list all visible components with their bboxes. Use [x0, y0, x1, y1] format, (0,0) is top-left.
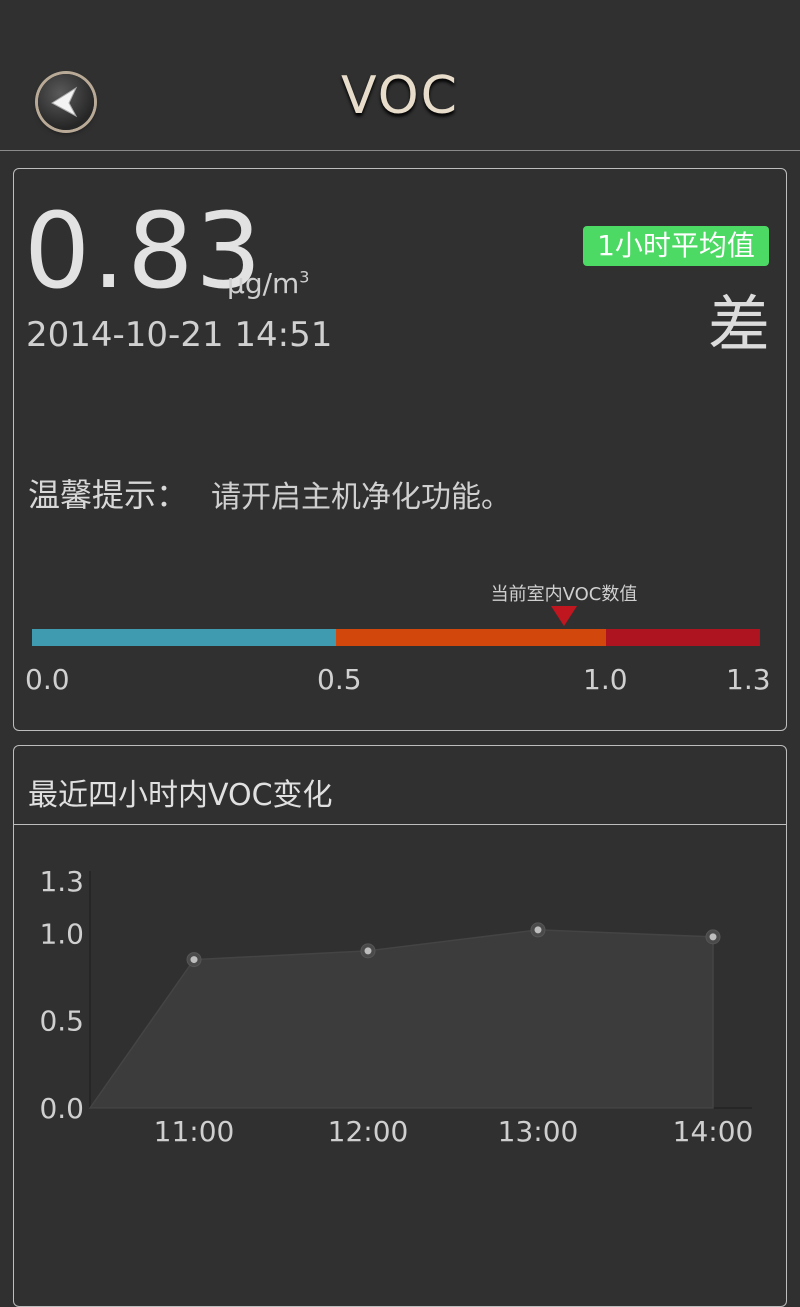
- x-tick-label: 13:00: [498, 1115, 579, 1148]
- y-tick-label: 1.3: [39, 865, 84, 898]
- page-title: VOC: [341, 66, 459, 126]
- current-reading-card: 0.83 μg/m3 2014-10-21 14:51 1小时平均值 差 温馨提…: [13, 168, 787, 731]
- chart-section-title: 最近四小时内VOC变化: [28, 778, 333, 813]
- current-indicator-label: 当前室内VOC数值: [490, 584, 638, 605]
- voc-unit: μg/m3: [227, 267, 309, 300]
- x-tick-label: 14:00: [673, 1115, 754, 1148]
- scale-tick: 1.3: [726, 663, 771, 696]
- scale-tick: 1.0: [583, 663, 628, 696]
- y-tick-label: 0.5: [39, 1005, 84, 1038]
- header-bar: VOC: [0, 0, 800, 151]
- scale-segment-good: [32, 629, 336, 646]
- scale-segment-poor: [606, 629, 760, 646]
- data-point: [190, 956, 198, 964]
- y-tick-label: 1.0: [39, 917, 84, 950]
- data-point: [534, 926, 542, 934]
- reading-datetime: 2014-10-21 14:51: [26, 315, 333, 355]
- data-point: [709, 933, 717, 941]
- unit-superscript: 3: [299, 267, 310, 287]
- data-point: [364, 947, 372, 955]
- unit-text: μg/m: [227, 267, 300, 300]
- scale-segment-moderate: [336, 629, 606, 646]
- hourly-average-badge: 1小时平均值: [583, 226, 769, 266]
- air-quality-level: 差: [707, 288, 770, 361]
- scale-tick: 0.0: [25, 663, 70, 696]
- current-indicator-arrow-icon: [551, 606, 577, 626]
- tip-label: 温馨提示：: [28, 476, 189, 514]
- scale-tick: 0.5: [317, 663, 362, 696]
- x-tick-label: 12:00: [328, 1115, 409, 1148]
- x-tick-label: 11:00: [154, 1115, 235, 1148]
- voc-area-chart: 0.0 0.5 1.0 1.3 11:00 12:00 13:00 14:00: [39, 865, 754, 1148]
- y-tick-label: 0.0: [39, 1092, 84, 1125]
- series-area: [88, 929, 714, 1109]
- history-chart-card: 最近四小时内VOC变化 0.0 0.5 1.0 1.3 11:00 12:00 13:00 1…: [13, 745, 787, 1307]
- tip-text: 请开启主机净化功能。: [211, 480, 511, 515]
